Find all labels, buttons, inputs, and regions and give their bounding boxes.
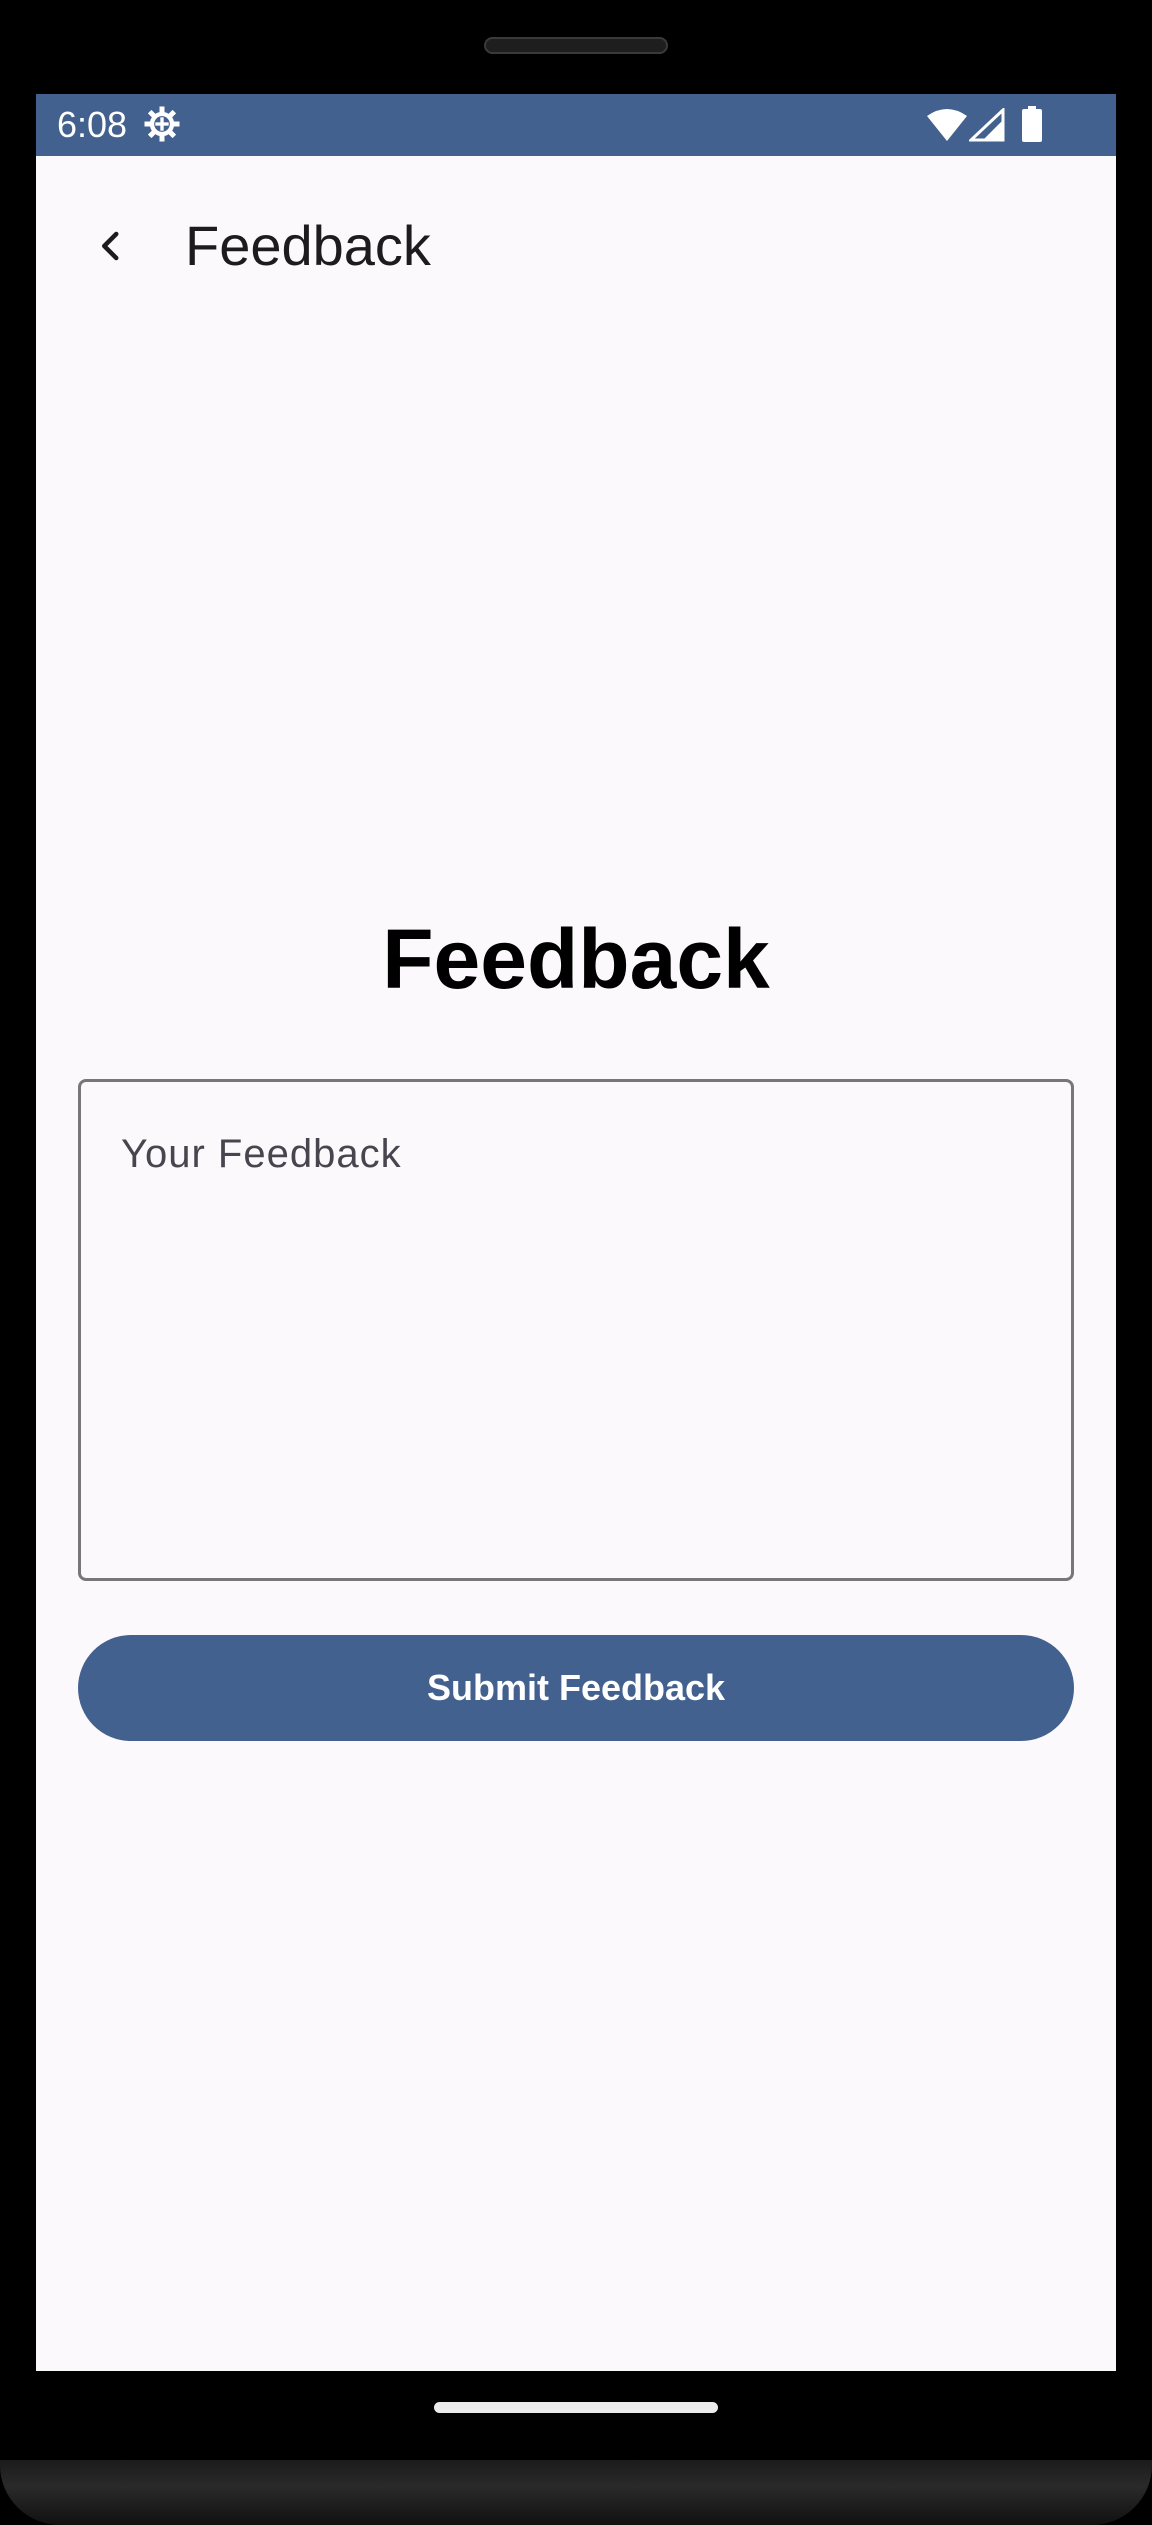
- gear-icon: [144, 106, 180, 142]
- status-time: 6:08: [57, 104, 128, 145]
- home-indicator[interactable]: [434, 2402, 718, 2413]
- device-frame: 6:08 Feedback Feedback Your Feedback Sub…: [0, 0, 1152, 2525]
- feedback-input[interactable]: [81, 1082, 1071, 1578]
- submit-feedback-button[interactable]: Submit Feedback: [78, 1635, 1074, 1741]
- feedback-field: [78, 1079, 1074, 1581]
- device-bottom-bezel: [0, 2460, 1152, 2525]
- battery-icon: [1022, 106, 1042, 142]
- top-app-bar: Feedback: [36, 156, 1116, 334]
- back-button[interactable]: [76, 211, 146, 281]
- earpiece-speaker: [484, 37, 668, 54]
- wifi-icon: [927, 109, 967, 141]
- status-bar: 6:08: [36, 94, 1116, 156]
- app-bar-title: Feedback: [185, 214, 431, 277]
- app-screen: 6:08 Feedback Feedback Your Feedback Sub…: [36, 94, 1116, 2371]
- page-heading: Feedback: [382, 912, 770, 1006]
- signal-icon: [969, 108, 1005, 142]
- system-navigation-bar: [36, 2371, 1116, 2460]
- chevron-left-icon: [102, 231, 119, 261]
